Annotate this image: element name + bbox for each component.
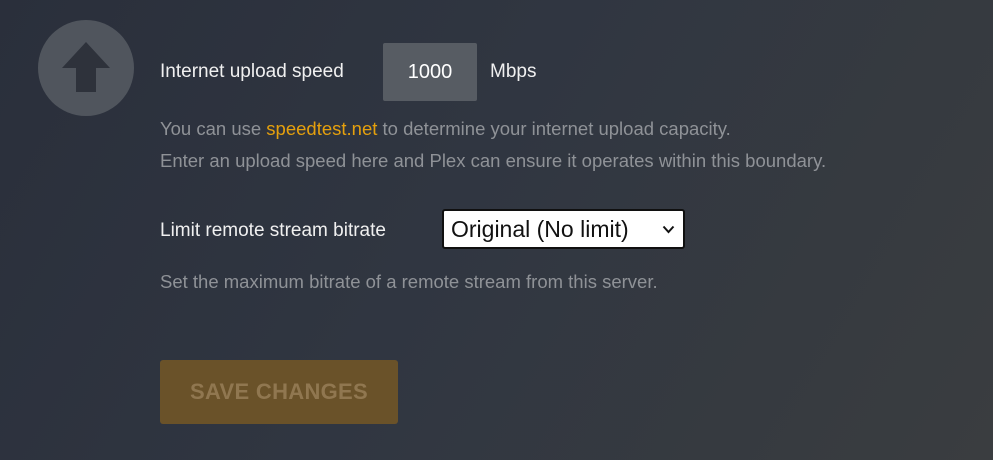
upload-arrow-glyph	[62, 42, 110, 92]
bitrate-label: Limit remote stream bitrate	[160, 220, 386, 241]
upload-arrow-icon	[38, 20, 134, 116]
bitrate-select[interactable]: Original (No limit)	[442, 209, 685, 249]
upload-speed-label: Internet upload speed	[160, 61, 344, 82]
speedtest-link[interactable]: speedtest.net	[266, 118, 377, 139]
speedtest-hint-suffix: to determine your internet upload capaci…	[377, 118, 731, 139]
save-changes-button[interactable]: SAVE CHANGES	[160, 360, 398, 424]
bitrate-selected-value: Original (No limit)	[451, 216, 629, 242]
chevron-down-icon	[662, 225, 675, 234]
speedtest-hint: You can use speedtest.net to determine y…	[160, 118, 731, 140]
boundary-hint: Enter an upload speed here and Plex can …	[160, 150, 827, 171]
upload-speed-unit: Mbps	[490, 61, 537, 82]
bitrate-hint: Set the maximum bitrate of a remote stre…	[160, 271, 658, 292]
speedtest-hint-prefix: You can use	[160, 118, 267, 139]
upload-speed-input[interactable]	[383, 43, 477, 101]
